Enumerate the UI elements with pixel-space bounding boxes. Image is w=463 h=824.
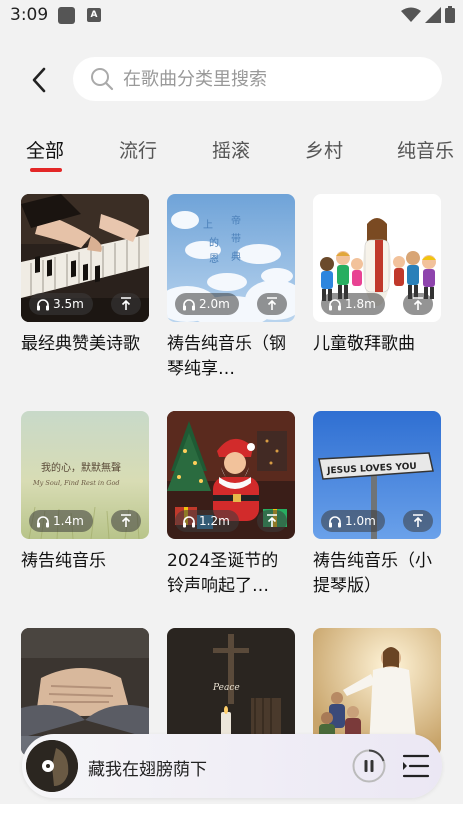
playlist-card[interactable]: 1.8m 儿童敬拜歌曲	[313, 194, 441, 357]
share-button[interactable]	[403, 510, 433, 532]
playlist-card[interactable]: 上 帝 的 带 恩 典 2.0m 祷告纯音乐（钢琴纯享…	[167, 194, 295, 382]
upload-icon	[267, 514, 277, 527]
share-button[interactable]	[257, 510, 287, 532]
upload-icon	[413, 514, 423, 527]
cover-text: 典	[231, 250, 241, 263]
playlist-title: 祷告纯音乐	[21, 551, 106, 571]
playlist-button[interactable]	[402, 753, 430, 779]
cover-text: 帝	[231, 214, 241, 227]
playlist-cover: JESUS LOVES YOU 1.0m	[313, 411, 441, 539]
share-button[interactable]	[111, 293, 141, 315]
cover-text: My Soul, Find Rest in God	[32, 479, 120, 487]
playlist-title: 儿童敬拜歌曲	[313, 334, 415, 354]
upload-icon	[121, 297, 131, 310]
play-count-badge: 2.0m	[175, 293, 239, 315]
playlist-icon	[402, 754, 430, 778]
playlist-title: 祷告纯音乐（钢琴纯享…	[167, 334, 286, 379]
share-button[interactable]	[403, 293, 433, 315]
playlist-cover: 上 帝 的 带 恩 典 2.0m	[167, 194, 295, 322]
pause-button[interactable]	[352, 749, 386, 783]
play-count: 1.0m	[345, 514, 376, 528]
upload-icon	[121, 514, 131, 527]
play-count: 1.4m	[53, 514, 84, 528]
play-count-badge: 1.0m	[321, 510, 385, 532]
playlist-cover: 1.2m	[167, 411, 295, 539]
headphones-icon	[37, 298, 49, 310]
headphones-icon	[329, 515, 341, 527]
playlist-card[interactable]: 1.2m 2024圣诞节的铃声响起了…	[167, 411, 295, 599]
album-art-image	[26, 740, 78, 792]
play-count: 1.2m	[199, 514, 230, 528]
share-button[interactable]	[111, 510, 141, 532]
playlist-card[interactable]: 3.5m 最经典赞美诗歌	[21, 194, 149, 357]
playlist-title: 最经典赞美诗歌	[21, 334, 140, 354]
now-playing-cover	[26, 740, 78, 792]
upload-icon	[413, 297, 423, 310]
cover-text: Peace	[212, 683, 240, 693]
playlist-title: 祷告纯音乐（小提琴版）	[313, 551, 432, 596]
play-count: 3.5m	[53, 297, 84, 311]
upload-icon	[267, 297, 277, 310]
share-button[interactable]	[257, 293, 287, 315]
play-count-badge: 3.5m	[29, 293, 93, 315]
headphones-icon	[329, 298, 341, 310]
playlist-cover: 我的心，默默無聲 My Soul, Find Rest in God 1.4m	[21, 411, 149, 539]
mini-player[interactable]: 藏我在翅膀荫下	[22, 734, 442, 798]
cover-text: 的	[209, 236, 219, 249]
cover-text: 上	[203, 219, 213, 231]
play-count: 2.0m	[199, 297, 230, 311]
headphones-icon	[183, 298, 195, 310]
play-count: 1.8m	[345, 297, 376, 311]
playlist-title: 2024圣诞节的铃声响起了…	[167, 551, 279, 596]
play-count-badge: 1.2m	[175, 510, 239, 532]
pause-icon	[352, 749, 386, 783]
playlist-grid: 3.5m 最经典赞美诗歌 上 帝 的 带 恩 典 2.0m 祷告纯音乐（钢琴纯享…	[0, 0, 463, 824]
cover-text: 带	[231, 233, 241, 245]
playlist-card[interactable]: 我的心，默默無聲 My Soul, Find Rest in God 1.4m …	[21, 411, 149, 574]
play-count-badge: 1.8m	[321, 293, 385, 315]
system-nav-bar	[0, 804, 463, 824]
headphones-icon	[183, 515, 195, 527]
cover-text: 我的心，默默無聲	[41, 461, 121, 474]
cover-text: 恩	[209, 253, 219, 265]
play-count-badge: 1.4m	[29, 510, 93, 532]
playlist-card[interactable]: JESUS LOVES YOU 1.0m 祷告纯音乐（小提琴版）	[313, 411, 441, 599]
headphones-icon	[37, 515, 49, 527]
now-playing-title: 藏我在翅膀荫下	[88, 760, 207, 780]
playlist-cover: 1.8m	[313, 194, 441, 322]
playlist-cover: 3.5m	[21, 194, 149, 322]
